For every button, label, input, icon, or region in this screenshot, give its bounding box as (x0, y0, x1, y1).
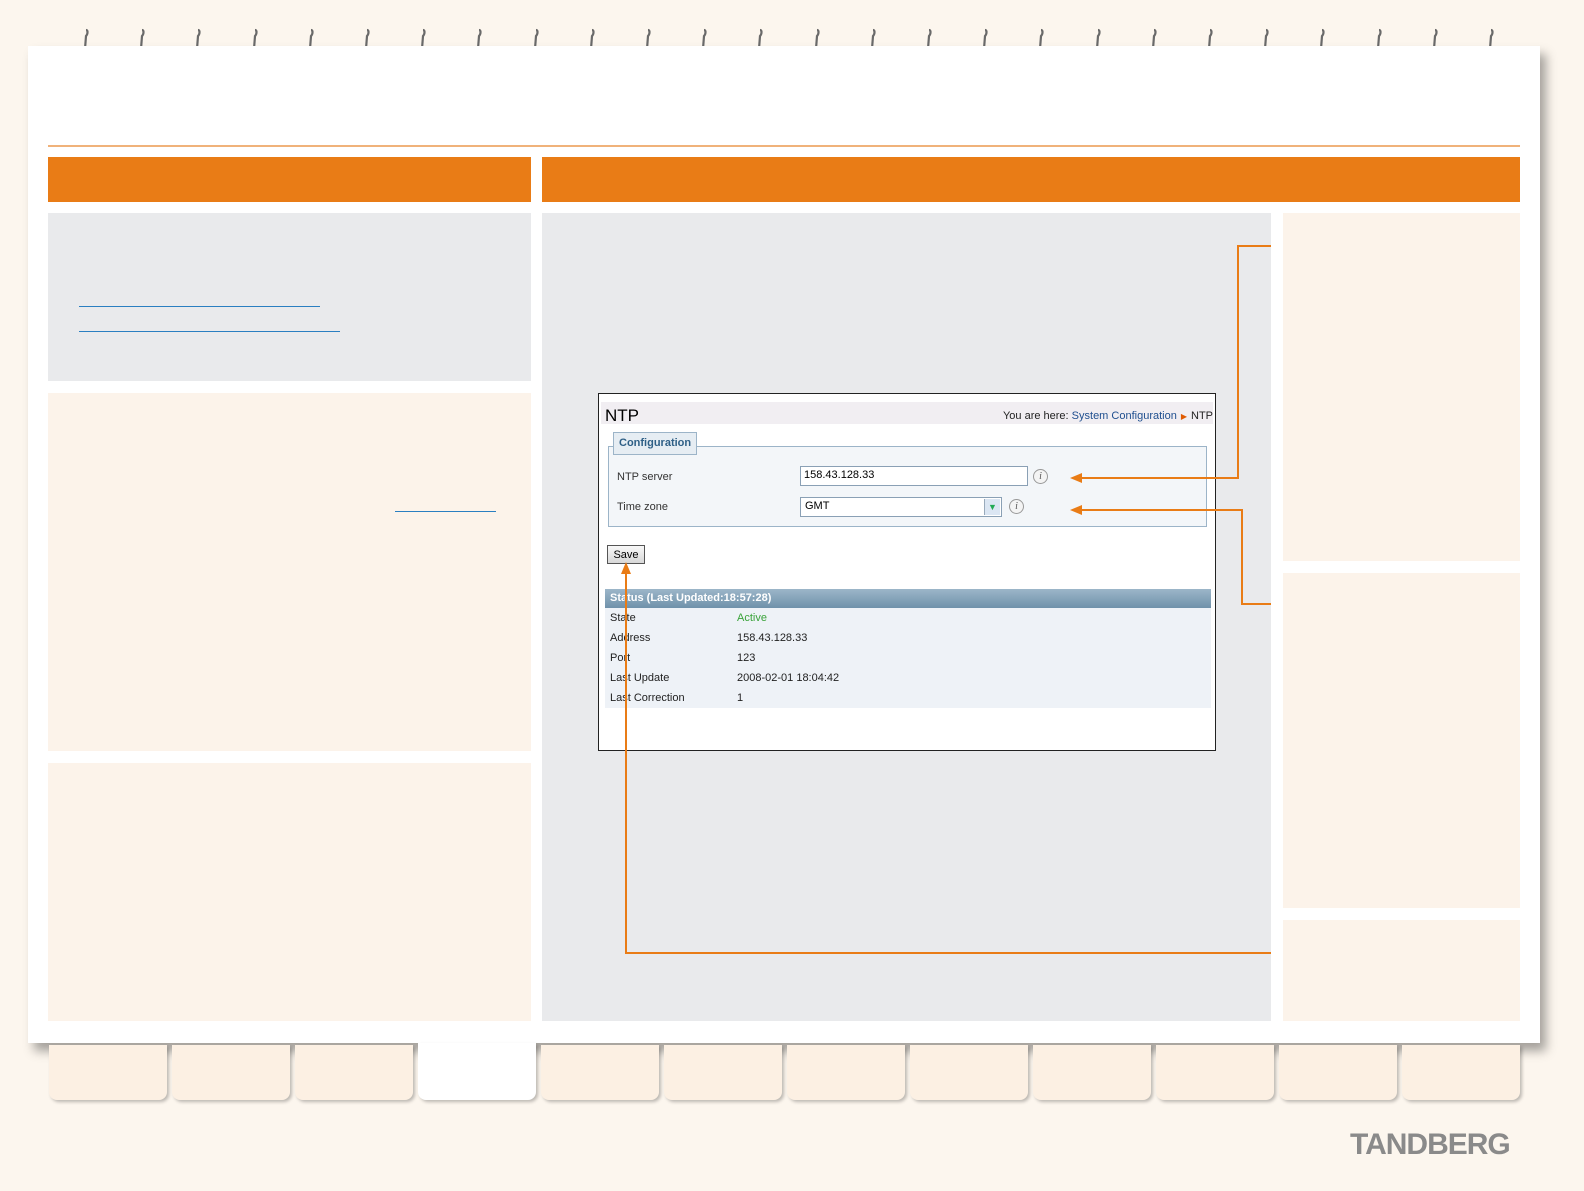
hyperlink-underline-1[interactable] (79, 306, 320, 307)
hyperlink-underline-3[interactable] (395, 511, 496, 512)
info-icon[interactable]: i (1009, 499, 1024, 514)
status-port-value: 123 (737, 652, 756, 664)
right-top-panel (1283, 213, 1520, 561)
section-tab-3[interactable] (295, 1045, 413, 1100)
section-tab-1[interactable] (49, 1045, 167, 1100)
status-row-label: Last Correction (610, 692, 685, 704)
section-tab-8[interactable] (910, 1045, 1028, 1100)
breadcrumb-current: NTP (1191, 410, 1213, 422)
page-title: NTP (605, 406, 639, 425)
hyperlink-underline-2[interactable] (79, 331, 340, 332)
time-zone-selected-value: GMT (805, 500, 830, 512)
section-tab-7[interactable] (787, 1045, 905, 1100)
status-row-label: Port (610, 652, 631, 664)
left-top-panel (48, 213, 531, 381)
right-section-bar (542, 157, 1520, 202)
status-heading: Status (Last Updated:18:57:28) (605, 589, 1211, 608)
section-tab-9[interactable] (1033, 1045, 1151, 1100)
time-zone-label: Time zone (617, 501, 668, 513)
info-icon[interactable]: i (1033, 469, 1048, 484)
breadcrumb-arrow-icon: ▶ (1180, 412, 1187, 421)
breadcrumb: You are here: System Configuration ▶ NTP (1003, 410, 1213, 422)
time-zone-select[interactable]: GMT ▼ (800, 497, 1002, 517)
left-section-bar (48, 157, 531, 202)
status-address-value: 158.43.128.33 (737, 632, 808, 644)
ntp-server-label: NTP server (617, 471, 673, 483)
breadcrumb-prefix: You are here: (1002, 410, 1069, 422)
section-tab-5[interactable] (541, 1045, 659, 1100)
status-table: State Active Address 158.43.128.33 Port … (605, 608, 1211, 708)
section-tab-2[interactable] (172, 1045, 290, 1100)
section-tab-6[interactable] (664, 1045, 782, 1100)
left-bottom-panel (48, 763, 531, 1021)
section-tab-11[interactable] (1279, 1045, 1397, 1100)
status-state-value: Active (737, 612, 767, 624)
save-button[interactable]: Save (607, 545, 645, 564)
ntp-screenshot-window: NTP You are here: System Configuration ▶ N… (598, 393, 1216, 751)
section-tab-4-active[interactable] (418, 1043, 536, 1100)
section-tab-10[interactable] (1156, 1045, 1274, 1100)
header-rule (48, 145, 1520, 147)
status-last-update-value: 2008-02-01 18:04:42 (737, 672, 840, 684)
ntp-server-input[interactable]: 158.43.128.33 (800, 466, 1028, 486)
right-middle-panel (1283, 573, 1520, 908)
status-last-correction-value: 1 (737, 692, 744, 704)
status-row-label: State (610, 612, 636, 624)
status-row-label: Last Update (610, 672, 670, 684)
right-bottom-panel (1283, 920, 1520, 1021)
status-row-label: Address (610, 632, 651, 644)
breadcrumb-link-system-configuration[interactable]: System Configuration (1072, 410, 1177, 422)
configuration-legend: Configuration (613, 432, 698, 455)
brand-logo: TANDBERG (1350, 1128, 1511, 1161)
section-tab-12[interactable] (1402, 1045, 1520, 1100)
left-middle-panel (48, 393, 531, 751)
chevron-down-icon[interactable]: ▼ (984, 499, 1000, 515)
